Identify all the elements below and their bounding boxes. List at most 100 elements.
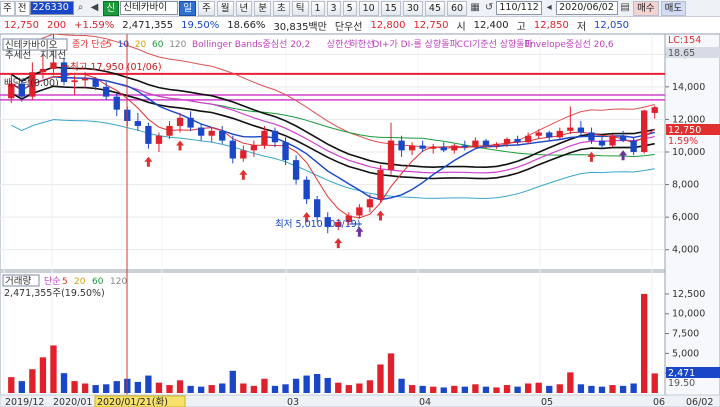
sell-button[interactable]: 매도	[660, 0, 687, 16]
volume-bar	[451, 385, 458, 393]
period-button-second[interactable]: 초	[273, 0, 290, 16]
stock-chart[interactable]: 종가 단순5 10 20 60 120 Bollinger Bands중심선 20,2 상한…	[0, 34, 720, 407]
search-icon[interactable]: ⌕	[74, 1, 88, 15]
x-axis-label: 04	[419, 397, 431, 407]
period-select[interactable]: 전	[14, 0, 30, 16]
support-label: 지지선	[40, 50, 66, 61]
candle	[50, 62, 57, 69]
volume-value: 2,471,355	[122, 19, 174, 31]
minute-button-1[interactable]: 1	[310, 0, 325, 16]
legend-item: 60	[152, 40, 164, 50]
candle	[503, 138, 511, 144]
stock-code-input[interactable]: 226330	[29, 1, 74, 15]
period-button-week[interactable]: 주	[198, 0, 215, 16]
candle	[356, 207, 363, 216]
volume-bar	[197, 386, 205, 393]
legend-item: 종가 단순	[72, 39, 108, 50]
turnover-percent: 19.50%	[181, 19, 220, 31]
buy-button[interactable]: 매수	[633, 0, 659, 16]
credit-tag: 신	[102, 0, 120, 16]
price-pct-tag: 1.59%	[668, 136, 698, 147]
volume-bar	[366, 380, 374, 393]
volume-bar	[345, 385, 352, 393]
prev-icon[interactable]: ◂	[542, 1, 556, 15]
volume-bar	[398, 378, 405, 393]
volume-bar	[546, 385, 553, 393]
volume-bar	[651, 373, 658, 393]
date-input[interactable]: 2020/06/02	[556, 1, 619, 15]
y-tick-label: 14,000	[672, 82, 705, 93]
volume-bar	[408, 385, 416, 393]
candle	[155, 135, 163, 144]
candle	[39, 68, 47, 73]
period-button-month[interactable]: 월	[216, 0, 234, 16]
open-label: 시	[456, 21, 466, 33]
candle	[366, 199, 374, 208]
top-tag-2: 18.65	[668, 48, 695, 59]
x-axis-label: 2019/12	[5, 397, 44, 407]
minute-button-30[interactable]: 30	[402, 0, 423, 16]
volume-bar	[598, 386, 606, 393]
candle	[103, 86, 110, 97]
high-label: 고	[516, 21, 526, 33]
volume-bar	[387, 353, 395, 393]
chart-type-icon[interactable]: ▦	[468, 1, 482, 15]
period-button-tick[interactable]: 틱	[291, 0, 309, 16]
market-select[interactable]: 주	[0, 0, 15, 16]
candle	[229, 140, 236, 159]
candle	[282, 142, 289, 161]
candle	[398, 140, 405, 151]
minute-button-3[interactable]: 3	[326, 0, 341, 16]
minute-button-5[interactable]: 5	[342, 0, 357, 16]
undo-icon[interactable]: ↺	[482, 1, 496, 15]
period-button-year[interactable]: 년	[235, 0, 253, 16]
candle	[546, 132, 553, 138]
cursor-date: 2020/01/21(화)	[97, 397, 168, 407]
y-tick-label: 4,000	[672, 245, 699, 256]
stock-name-field[interactable]: 신테카바이	[120, 1, 179, 15]
toolbar-top: 주 전 226330 ⌕ ◀ 신 신테카바이 일 주 월 년 분 초 틱 1 3…	[0, 0, 720, 17]
candle	[514, 138, 521, 143]
volume-bar	[356, 383, 363, 393]
candle	[493, 143, 500, 146]
minute-button-60[interactable]: 60	[447, 0, 468, 16]
volume-bar	[440, 387, 447, 393]
volume-bar	[29, 369, 36, 393]
volume-bar	[567, 372, 574, 393]
candle	[567, 127, 574, 131]
volume-bar	[166, 385, 173, 393]
volume-bar	[514, 386, 521, 393]
volume-y-tick-label: 7,500	[672, 329, 699, 340]
candle	[197, 127, 205, 136]
period-button-minute[interactable]: 분	[254, 0, 271, 16]
candle	[71, 80, 78, 82]
low-annotation: 최저 5,010 (03/19)	[275, 219, 361, 230]
candle	[187, 117, 194, 128]
candle	[81, 78, 89, 81]
candle	[577, 127, 585, 133]
minute-button-10[interactable]: 10	[358, 0, 379, 16]
candle	[556, 130, 563, 138]
candle	[271, 130, 279, 143]
high-annotation: 최고 17,950 (01/06)	[70, 62, 162, 73]
candle	[314, 199, 321, 218]
candle	[430, 147, 437, 149]
turnover-percent-2: 18.66%	[227, 19, 266, 31]
legend-item: 20	[135, 40, 147, 50]
volume-bar	[39, 357, 47, 393]
volume-bar	[535, 382, 542, 393]
legend-item: 5	[106, 40, 112, 50]
candle	[219, 130, 226, 141]
period-button-day[interactable]: 일	[179, 0, 196, 16]
sound-icon[interactable]: ◀	[88, 1, 102, 15]
volume-y-tick-label: 10,000	[672, 309, 705, 320]
candle	[60, 62, 68, 82]
minute-button-15[interactable]: 15	[380, 0, 401, 16]
trade-amount: 30,835백만	[273, 21, 327, 33]
legend-item: Envelope중심선 20,6	[524, 39, 614, 50]
minute-button-45[interactable]: 45	[424, 0, 446, 16]
calendar-icon[interactable]: ▤	[618, 1, 632, 15]
volume-bar	[292, 378, 300, 393]
volume-bar	[134, 381, 142, 393]
price-legend: 종가 단순5 10 20 60 120 Bollinger Bands중심선 20,2 상한…	[72, 38, 614, 50]
